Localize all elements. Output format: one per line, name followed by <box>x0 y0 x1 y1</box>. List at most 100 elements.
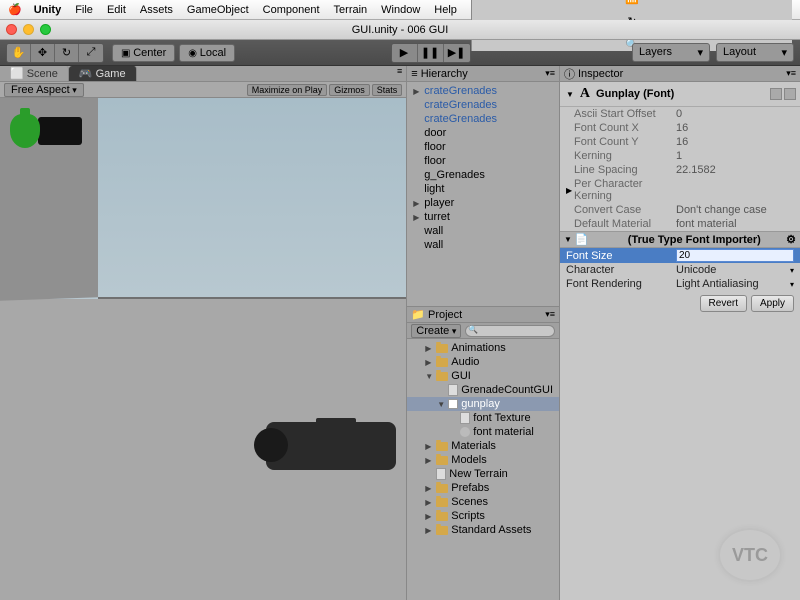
transform-tools: ✋ ✥ ↻ ⤢ <box>6 43 104 63</box>
project-item[interactable]: ▶Animations <box>407 341 559 355</box>
maximize-toggle[interactable]: Maximize on Play <box>247 84 328 96</box>
hierarchy-item[interactable]: ▶turret <box>407 210 559 224</box>
asset-help-icon[interactable] <box>770 88 782 100</box>
project-toolbar: Create ▾ <box>407 323 559 339</box>
project-item[interactable]: ▼Agunplay <box>407 397 559 411</box>
hierarchy-item[interactable]: floor <box>407 154 559 168</box>
step-button[interactable]: ▶❚ <box>444 44 470 62</box>
scene-icon: ⬜ <box>10 67 24 80</box>
expand-arrow-icon[interactable]: ▶ <box>566 186 574 195</box>
wifi-icon[interactable]: 📶 <box>625 0 639 5</box>
hierarchy-item[interactable]: light <box>407 182 559 196</box>
tab-scene[interactable]: ⬜Scene <box>0 66 69 81</box>
menu-help[interactable]: Help <box>434 4 457 16</box>
pivot-local-button[interactable]: ◉ Local <box>179 44 235 62</box>
move-tool[interactable]: ✥ <box>31 44 55 62</box>
expand-arrow-icon: ▶ <box>413 199 421 208</box>
play-button[interactable]: ▶ <box>392 44 418 62</box>
apple-icon[interactable]: 🍎 <box>8 3 22 16</box>
tab-game[interactable]: 🎮Game <box>69 66 137 81</box>
pivot-center-button[interactable]: ▣ Center <box>112 44 175 62</box>
stats-toggle[interactable]: Stats <box>372 84 403 96</box>
file-icon <box>436 468 446 480</box>
hierarchy-item[interactable]: floor <box>407 140 559 154</box>
asset-settings-icon[interactable] <box>784 88 796 100</box>
project-item[interactable]: GrenadeCountGUI <box>407 383 559 397</box>
menu-app[interactable]: Unity <box>34 4 62 16</box>
importer-doc-icon: 📄 <box>575 233 589 246</box>
hierarchy-options[interactable]: ▾≡ <box>545 68 555 79</box>
hierarchy-item[interactable]: ▶crateGrenades <box>407 84 559 98</box>
inspector-options[interactable]: ▾≡ <box>786 68 796 79</box>
scene-edge <box>98 297 407 299</box>
close-window-button[interactable] <box>6 24 17 35</box>
character-value[interactable]: Unicode <box>676 264 790 276</box>
scale-tool[interactable]: ⤢ <box>79 44 103 62</box>
asset-expand-arrow[interactable]: ▼ <box>566 90 574 99</box>
hierarchy-item[interactable]: crateGrenades <box>407 98 559 112</box>
importer-gear-icon[interactable]: ⚙ <box>786 233 796 246</box>
project-tab[interactable]: 📁 Project ▾≡ <box>407 307 559 323</box>
hierarchy-tree: ▶crateGrenadescrateGrenadescrateGrenades… <box>407 82 559 306</box>
importer-header[interactable]: ▼ 📄 (True Type Font Importer) ⚙ <box>560 231 800 248</box>
font-rendering-row[interactable]: Font Rendering Light Antialiasing ▾ <box>560 277 800 291</box>
traffic-lights <box>6 24 51 35</box>
project-item[interactable]: New Terrain <box>407 467 559 481</box>
aspect-dropdown[interactable]: Free Aspect ▾ <box>4 83 84 97</box>
project-item[interactable]: font Texture <box>407 411 559 425</box>
hierarchy-item[interactable]: door <box>407 126 559 140</box>
project-item[interactable]: ▶Prefabs <box>407 481 559 495</box>
layers-dropdown[interactable]: Layers▾ <box>632 43 710 62</box>
menu-gameobject[interactable]: GameObject <box>187 4 249 16</box>
project-search[interactable] <box>465 325 555 337</box>
hierarchy-item[interactable]: crateGrenades <box>407 112 559 126</box>
project-item[interactable]: font material <box>407 425 559 439</box>
apply-button[interactable]: Apply <box>751 295 794 312</box>
menu-terrain[interactable]: Terrain <box>334 4 368 16</box>
expand-arrow-icon: ▶ <box>425 344 433 353</box>
font-size-input[interactable] <box>676 249 794 262</box>
minimize-window-button[interactable] <box>23 24 34 35</box>
hierarchy-item[interactable]: wall <box>407 224 559 238</box>
pause-button[interactable]: ❚❚ <box>418 44 444 62</box>
hierarchy-tab[interactable]: ≡ Hierarchy ▾≡ <box>407 66 559 82</box>
project-item[interactable]: ▶Scripts <box>407 509 559 523</box>
revert-button[interactable]: Revert <box>700 295 747 312</box>
window-title-text: GUI.unity - 006 GUI <box>352 24 449 36</box>
hierarchy-item[interactable]: ▶player <box>407 196 559 210</box>
project-item[interactable]: ▶Materials <box>407 439 559 453</box>
hierarchy-item[interactable]: wall <box>407 238 559 252</box>
layout-dropdown[interactable]: Layout▾ <box>716 43 794 62</box>
project-item[interactable]: ▶Standard Assets <box>407 523 559 537</box>
font-prop-row: Ascii Start Offset0 <box>560 107 800 121</box>
inspector-tab[interactable]: ⓘ Inspector ▾≡ <box>560 66 800 82</box>
prop-value: 0 <box>676 108 794 120</box>
hierarchy-item[interactable]: g_Grenades <box>407 168 559 182</box>
menu-window[interactable]: Window <box>381 4 420 16</box>
font-rendering-value[interactable]: Light Antialiasing <box>676 278 790 290</box>
project-options[interactable]: ▾≡ <box>545 309 555 320</box>
zoom-window-button[interactable] <box>40 24 51 35</box>
character-row[interactable]: Character Unicode ▾ <box>560 263 800 277</box>
mac-menubar: 🍎 Unity File Edit Assets GameObject Comp… <box>0 0 800 20</box>
gizmos-toggle[interactable]: Gizmos <box>329 84 370 96</box>
menu-edit[interactable]: Edit <box>107 4 126 16</box>
create-button[interactable]: Create ▾ <box>411 324 461 338</box>
project-item[interactable]: ▶Audio <box>407 355 559 369</box>
expand-arrow-icon: ▶ <box>425 358 433 367</box>
project-item[interactable]: ▶Scenes <box>407 495 559 509</box>
rotate-tool[interactable]: ↻ <box>55 44 79 62</box>
prop-value: Don't change case <box>676 204 794 216</box>
menu-assets[interactable]: Assets <box>140 4 173 16</box>
menu-file[interactable]: File <box>75 4 93 16</box>
font-size-row[interactable]: Font Size <box>560 248 800 263</box>
project-item[interactable]: ▶Models <box>407 453 559 467</box>
folder-icon <box>436 484 448 493</box>
project-item[interactable]: ▼GUI <box>407 369 559 383</box>
hand-tool[interactable]: ✋ <box>7 44 31 62</box>
prop-label: Convert Case <box>574 204 676 216</box>
hierarchy-item-label: crateGrenades <box>424 99 497 111</box>
hierarchy-item-label: wall <box>424 225 443 237</box>
menu-component[interactable]: Component <box>263 4 320 16</box>
tab-options[interactable]: ≡ <box>393 66 406 81</box>
